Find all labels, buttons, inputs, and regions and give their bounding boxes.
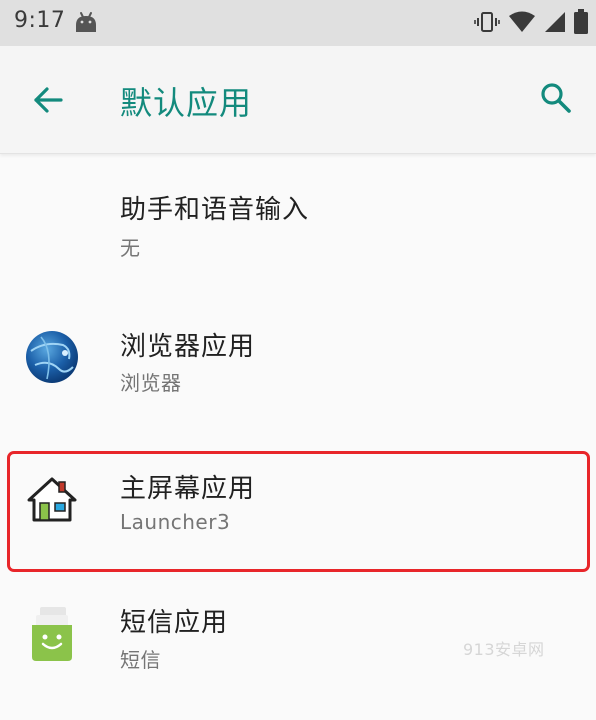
item-subtitle: 无 xyxy=(120,236,141,260)
status-bar: 9:17 xyxy=(0,0,596,46)
vibrate-icon xyxy=(474,10,500,38)
messaging-icon xyxy=(24,606,80,662)
globe-icon xyxy=(24,329,80,385)
signal-icon xyxy=(544,10,566,38)
item-subtitle: 短信 xyxy=(120,648,161,672)
home-icon xyxy=(24,472,80,528)
item-title: 浏览器应用 xyxy=(120,332,256,362)
status-icons xyxy=(474,9,588,39)
item-title: 助手和语音输入 xyxy=(120,195,310,225)
list-item-assistant[interactable]: 助手和语音输入 无 xyxy=(0,154,596,290)
item-subtitle: 浏览器 xyxy=(120,371,182,395)
list-item-browser[interactable]: 浏览器应用 浏览器 xyxy=(0,290,596,426)
battery-icon xyxy=(574,9,588,39)
search-icon xyxy=(539,81,573,119)
watermark: 913安卓网 xyxy=(463,640,545,659)
list-item-home[interactable]: 主屏幕应用 Launcher3 xyxy=(0,436,596,572)
item-title: 主屏幕应用 xyxy=(120,474,256,504)
arrow-back-icon xyxy=(32,84,64,120)
back-button[interactable] xyxy=(28,82,68,122)
wifi-icon xyxy=(508,10,536,38)
page-title: 默认应用 xyxy=(120,84,253,122)
item-subtitle: Launcher3 xyxy=(120,510,231,534)
status-time: 9:17 xyxy=(14,8,66,33)
app-bar: 默认应用 xyxy=(0,46,596,154)
search-button[interactable] xyxy=(536,80,576,120)
item-title: 短信应用 xyxy=(120,608,229,638)
android-notification-icon xyxy=(73,11,99,39)
